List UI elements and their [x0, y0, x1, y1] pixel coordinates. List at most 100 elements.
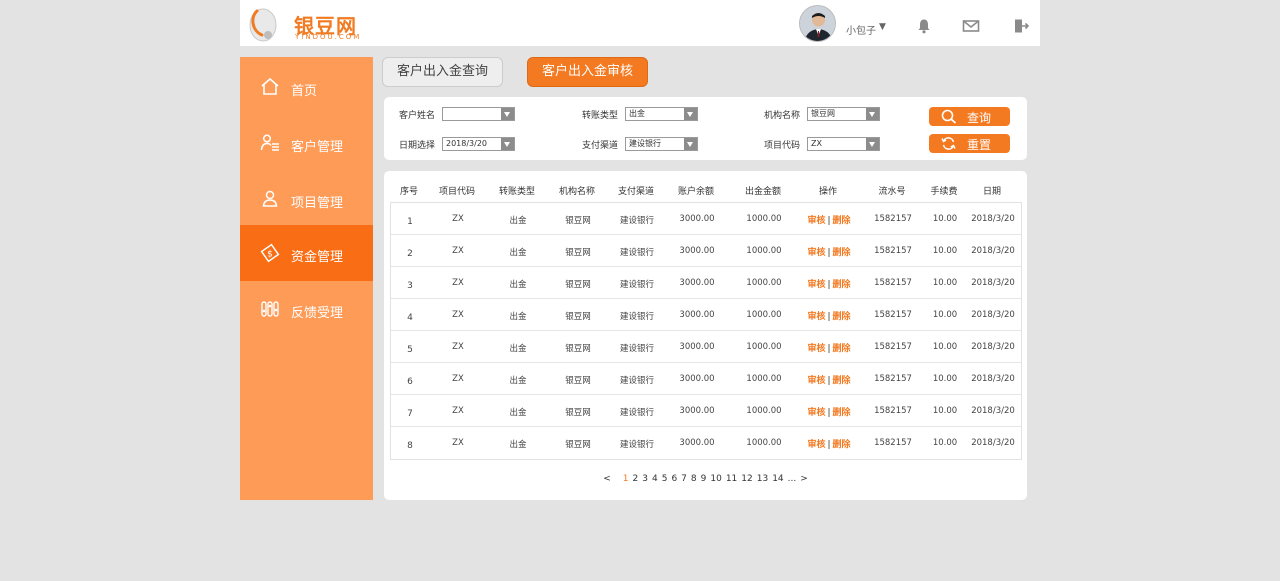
chevron-down-icon[interactable] [866, 138, 879, 150]
serial-cell: 1582157 [874, 374, 912, 384]
action-separator: | [827, 280, 831, 290]
balance-cell: 3000.00 [679, 278, 715, 288]
project-code-cell: ZX [452, 246, 464, 256]
audit-link[interactable]: 审核 [807, 248, 825, 258]
row-actions: 审核 | 删除 [794, 309, 864, 322]
date-select[interactable]: 2018/3/20 [442, 137, 515, 151]
project-code-value: ZX [811, 139, 822, 148]
audit-link[interactable]: 审核 [807, 344, 825, 354]
top-header: 银豆网 YINDOU.COM 小包子 ▼ [240, 0, 1040, 46]
brand-logo[interactable]: 银豆网 YINDOU.COM [246, 4, 376, 44]
pay-channel-label: 支付渠道 [582, 141, 619, 151]
fee-cell: 10.00 [932, 438, 958, 448]
table-row: 8 ZX 出金 银豆网 建设银行 3000.00 1000.00 审核 | 删除 1582157 10… [391, 427, 1021, 459]
delete-link[interactable]: 删除 [833, 408, 851, 418]
org-name-label: 机构名称 [764, 111, 801, 121]
sidebar-item-customers[interactable]: 客户管理 [240, 115, 373, 171]
serial-cell: 1582157 [874, 310, 912, 320]
page-number-10[interactable]: 10 [710, 474, 721, 484]
date-value: 2018/3/20 [446, 139, 488, 148]
customer-name-select[interactable] [442, 107, 515, 121]
pay-channel-cell: 建设银行 [619, 440, 654, 450]
column-header: 出金金额 [744, 187, 781, 197]
delete-link[interactable]: 删除 [833, 440, 851, 450]
transfer-type-value: 出金 [629, 109, 645, 118]
table-row: 7 ZX 出金 银豆网 建设银行 3000.00 1000.00 审核 | 删除 1582157 10… [391, 395, 1021, 427]
audit-link[interactable]: 审核 [807, 280, 825, 290]
page-number-11[interactable]: 11 [726, 474, 737, 484]
page-number-2[interactable]: 2 [633, 474, 639, 484]
chevron-down-icon[interactable] [501, 138, 514, 150]
chevron-down-icon[interactable] [501, 108, 514, 120]
column-header: 账户余额 [677, 187, 714, 197]
amount-cell: 1000.00 [746, 246, 782, 256]
delete-link[interactable]: 删除 [833, 344, 851, 354]
page-number-1[interactable]: 1 [623, 474, 629, 484]
delete-link[interactable]: 删除 [833, 376, 851, 386]
transfer-type-cell: 出金 [509, 216, 527, 226]
page-number-9[interactable]: 9 [701, 474, 707, 484]
page-number-13[interactable]: 13 [757, 474, 768, 484]
page-number-4[interactable]: 4 [652, 474, 658, 484]
sidebar-item-funds[interactable]: $ 资金管理 [240, 225, 373, 281]
audit-link[interactable]: 审核 [807, 376, 825, 386]
chevron-down-icon[interactable] [684, 108, 697, 120]
page-ellipsis[interactable]: ... [788, 474, 797, 484]
chevron-down-icon[interactable] [684, 138, 697, 150]
audit-link[interactable]: 审核 [807, 312, 825, 322]
row-index: 3 [407, 281, 413, 291]
sidebar-item-home[interactable]: 首页 [240, 59, 373, 115]
avatar[interactable] [799, 5, 836, 42]
row-actions: 审核 | 删除 [794, 213, 864, 226]
org-name-cell: 银豆网 [565, 248, 591, 258]
transfer-type-select[interactable]: 出金 [625, 107, 698, 121]
org-name-select[interactable]: 银豆网 [807, 107, 880, 121]
audit-link[interactable]: 审核 [807, 440, 825, 450]
sidebar-item-label: 反馈受理 [291, 306, 344, 321]
user-menu-caret[interactable]: ▼ [879, 22, 886, 32]
mail-icon[interactable] [962, 18, 980, 34]
sidebar-item-projects[interactable]: 项目管理 [240, 171, 373, 227]
action-separator: | [827, 344, 831, 354]
page-number-3[interactable]: 3 [642, 474, 648, 484]
action-separator: | [827, 408, 831, 418]
pay-channel-cell: 建设银行 [619, 376, 654, 386]
sidebar-item-feedback[interactable]: 反馈受理 [240, 281, 373, 337]
pay-channel-cell: 建设银行 [619, 344, 654, 354]
column-header: 操作 [818, 187, 837, 197]
sidebar-item-label: 项目管理 [291, 196, 344, 211]
page-number-6[interactable]: 6 [671, 474, 677, 484]
next-page-button[interactable]: > [800, 474, 808, 484]
date-cell: 2018/3/20 [971, 246, 1015, 256]
page-number-5[interactable]: 5 [662, 474, 668, 484]
pay-channel-select[interactable]: 建设银行 [625, 137, 698, 151]
fee-cell: 10.00 [932, 278, 958, 288]
transfer-type-cell: 出金 [509, 248, 527, 258]
page-number-12[interactable]: 12 [741, 474, 752, 484]
delete-link[interactable]: 删除 [833, 312, 851, 322]
project-code-select[interactable]: ZX [807, 137, 880, 151]
chevron-down-icon[interactable] [866, 108, 879, 120]
tab-customer-funds-query[interactable]: 客户出入金查询 [382, 57, 503, 87]
money-tag-icon: $ [260, 243, 280, 263]
reset-button[interactable]: 重置 [929, 134, 1010, 153]
date-cell: 2018/3/20 [971, 278, 1015, 288]
audit-link[interactable]: 审核 [807, 216, 825, 226]
fee-cell: 10.00 [932, 214, 958, 224]
delete-link[interactable]: 删除 [833, 216, 851, 226]
table-row: 3 ZX 出金 银豆网 建设银行 3000.00 1000.00 审核 | 删除 1582157 10… [391, 267, 1021, 299]
username[interactable]: 小包子 [846, 22, 876, 37]
search-button[interactable]: 查询 [929, 107, 1010, 126]
logout-icon[interactable] [1013, 18, 1031, 34]
page-number-14[interactable]: 14 [772, 474, 783, 484]
prev-page-button[interactable]: < [603, 474, 611, 484]
delete-link[interactable]: 删除 [833, 248, 851, 258]
delete-link[interactable]: 删除 [833, 280, 851, 290]
bell-icon[interactable] [916, 18, 934, 34]
page-number-7[interactable]: 7 [681, 474, 687, 484]
balance-cell: 3000.00 [679, 374, 715, 384]
tab-customer-funds-audit[interactable]: 客户出入金审核 [527, 57, 648, 87]
customer-list-icon [260, 134, 279, 151]
audit-link[interactable]: 审核 [807, 408, 825, 418]
page-number-8[interactable]: 8 [691, 474, 697, 484]
